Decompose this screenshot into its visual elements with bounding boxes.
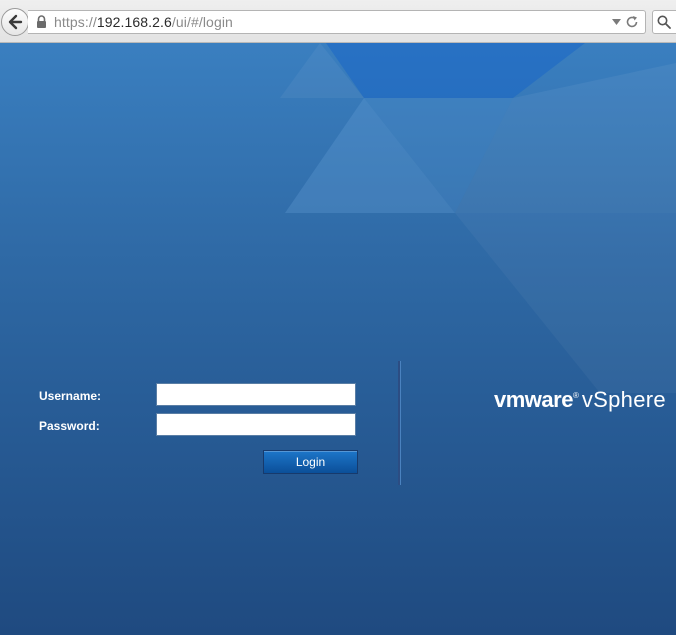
vmware-ware-text: ware [524,387,574,412]
product-name: vSphere [581,387,666,412]
vmware-vsphere-logo: vmware® vSphere [494,387,666,413]
browser-toolbar: https://192.168.2.6/ui/#/login [0,0,676,43]
login-button[interactable]: Login [263,450,358,474]
back-button[interactable] [1,8,29,36]
password-input[interactable] [156,413,356,436]
url-scheme: https:// [54,14,97,30]
login-page: Username: Password: Login vmware® vSphere [0,43,676,635]
url-text: https://192.168.2.6/ui/#/login [54,14,233,30]
lock-icon [37,15,46,28]
reload-icon[interactable] [625,15,639,29]
username-input[interactable] [156,383,356,406]
back-arrow-icon [8,14,23,30]
registered-mark: ® [572,391,579,400]
vmware-vm-text: vm [494,387,525,412]
password-label: Password: [39,419,100,433]
username-label: Username: [39,389,102,403]
search-icon [657,15,671,29]
background-triangles [280,43,676,393]
url-path: /ui/#/login [171,14,233,30]
vertical-divider [398,361,401,485]
url-host: 192.168.2.6 [96,14,172,30]
chevron-down-icon[interactable] [612,19,621,25]
vmware-wordmark: vmware [494,387,573,412]
address-bar[interactable]: https://192.168.2.6/ui/#/login [28,10,646,34]
search-box[interactable] [652,10,676,34]
